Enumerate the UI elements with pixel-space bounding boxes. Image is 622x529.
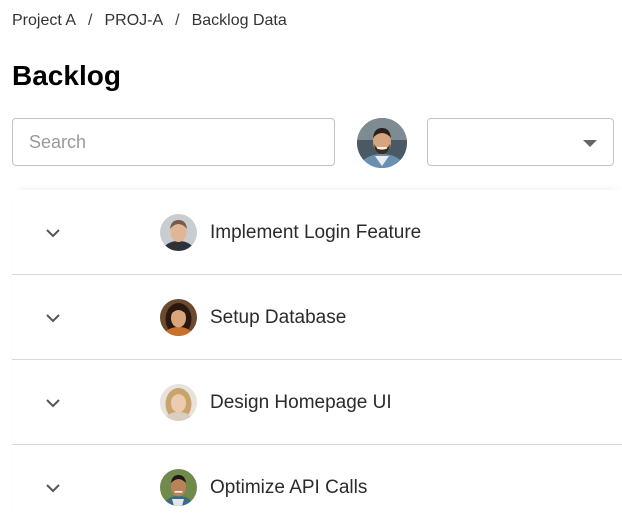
assignee-avatar: [160, 469, 197, 506]
chevron-down-icon[interactable]: [44, 394, 62, 412]
assignee-avatar: [160, 214, 197, 251]
backlog-list: Implement Login Feature Setup Database D…: [12, 190, 622, 529]
filter-select[interactable]: [427, 118, 614, 166]
chevron-down-icon[interactable]: [44, 479, 62, 497]
breadcrumb-item-key[interactable]: PROJ-A: [104, 12, 163, 30]
list-item[interactable]: Optimize API Calls: [12, 445, 622, 529]
list-item[interactable]: Design Homepage UI: [12, 360, 622, 445]
list-item-title: Optimize API Calls: [210, 477, 368, 498]
backlog-page: Project A / PROJ-A / Backlog Data Backlo…: [0, 0, 622, 527]
chevron-down-icon[interactable]: [44, 309, 62, 327]
breadcrumb-item-project[interactable]: Project A: [12, 12, 76, 30]
list-item-title: Setup Database: [210, 307, 347, 328]
list-item[interactable]: Setup Database: [12, 275, 622, 360]
user-avatar[interactable]: [357, 118, 407, 168]
breadcrumb-separator: /: [175, 12, 180, 29]
assignee-avatar: [160, 384, 197, 421]
search-input[interactable]: [12, 118, 335, 166]
breadcrumb-separator: /: [88, 12, 93, 29]
breadcrumb: Project A / PROJ-A / Backlog Data: [12, 12, 287, 30]
breadcrumb-item-current: Backlog Data: [191, 12, 287, 29]
list-item-title: Design Homepage UI: [210, 392, 392, 413]
dropdown-arrow-icon: [583, 140, 597, 147]
list-item[interactable]: Implement Login Feature: [12, 190, 622, 275]
chevron-down-icon[interactable]: [44, 224, 62, 242]
page-title: Backlog: [12, 60, 121, 91]
list-item-title: Implement Login Feature: [210, 222, 422, 243]
assignee-avatar: [160, 299, 197, 336]
